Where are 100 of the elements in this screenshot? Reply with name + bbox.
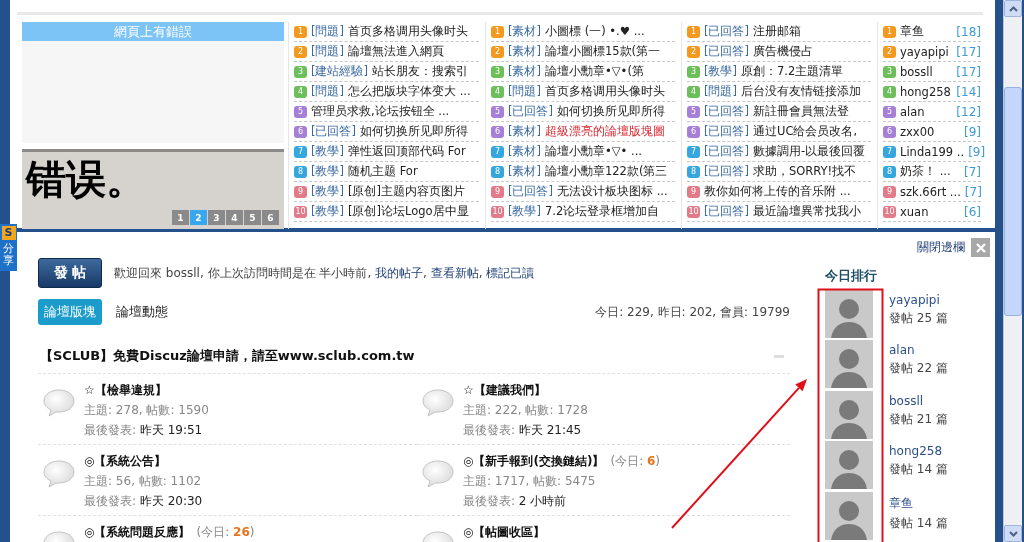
user-link[interactable]: bossll bbox=[900, 64, 953, 79]
forum-link[interactable]: ◎【新手報到(交換鏈結)】 bbox=[463, 453, 605, 470]
user-link[interactable]: 奶茶！ ... bbox=[900, 164, 960, 179]
topic-link[interactable]: 注册邮箱 bbox=[753, 24, 801, 39]
topic-link[interactable]: 站长朋友：搜索引 bbox=[372, 64, 468, 79]
topic-link[interactable]: 管理员求救,论坛按钮全 ... bbox=[311, 104, 450, 119]
topic-link[interactable]: 随机主题 For bbox=[348, 164, 418, 179]
category-link[interactable]: [素材] bbox=[508, 64, 541, 79]
scroll-up-icon[interactable] bbox=[1004, 0, 1022, 17]
category-link[interactable]: [已回答] bbox=[508, 104, 553, 119]
topic-link[interactable]: 論壇小勳章•▽•(第 bbox=[545, 64, 644, 79]
topic-link[interactable]: 論壇無法進入網頁 bbox=[348, 44, 444, 59]
category-link[interactable]: [教學] bbox=[311, 204, 344, 219]
category-link[interactable]: [素材] bbox=[508, 164, 541, 179]
forum-link[interactable]: ☆【檢舉違規】 bbox=[84, 382, 167, 399]
user-link[interactable]: yayapipi bbox=[900, 44, 953, 59]
category-link[interactable]: [問題] bbox=[311, 44, 344, 59]
tab[interactable]: 論壇動態 bbox=[110, 299, 174, 325]
welcome-link[interactable]: 我的帖子 bbox=[375, 265, 424, 280]
user-link[interactable]: alan bbox=[889, 343, 948, 358]
topic-link[interactable]: 廣告機侵占 bbox=[753, 44, 813, 59]
topic-link[interactable]: 超級漂亮的論壇版塊圖 bbox=[545, 124, 665, 139]
category-link[interactable]: [已回答] bbox=[704, 124, 749, 139]
user-link[interactable]: 章鱼 bbox=[889, 494, 948, 512]
topic-link[interactable]: 教你如何将上传的音乐附 ... bbox=[704, 184, 851, 199]
topic-link[interactable]: 首页多格调用头像时头 bbox=[545, 84, 665, 99]
rank-badge: 6 bbox=[883, 125, 896, 138]
topic-link[interactable]: 求助，SORRY!找不 bbox=[753, 164, 857, 179]
topic-link[interactable]: 首页多格调用头像时头 bbox=[348, 24, 468, 39]
user-link[interactable]: hong258 bbox=[900, 84, 953, 99]
user-link[interactable]: hong258 bbox=[889, 444, 948, 459]
user-link[interactable]: Linda199 .. bbox=[900, 144, 965, 159]
category-link[interactable]: [素材] bbox=[508, 144, 541, 159]
topic-link[interactable]: 新註冊會員無法登 bbox=[753, 104, 849, 119]
post-button[interactable]: 發 帖 bbox=[38, 258, 102, 288]
category-link[interactable]: [問題] bbox=[311, 24, 344, 39]
topic-link[interactable]: 最近論壇異常找我小 bbox=[753, 204, 861, 219]
forum-stats: 主題: 56, 帖數: 1102 bbox=[84, 473, 203, 490]
topic-link[interactable]: 弹性返回顶部代码 For bbox=[348, 144, 466, 159]
category-link[interactable]: [教學] bbox=[311, 144, 344, 159]
category-link[interactable]: [已回答] bbox=[704, 44, 749, 59]
user-link[interactable]: alan bbox=[900, 104, 953, 119]
category-link[interactable]: [已回答] bbox=[704, 164, 749, 179]
close-button[interactable] bbox=[971, 238, 990, 257]
scroll-down-icon[interactable] bbox=[1004, 525, 1022, 542]
category-link[interactable]: [問題] bbox=[704, 84, 737, 99]
category-link[interactable]: [已回答] bbox=[704, 24, 749, 39]
category-link[interactable]: [教學] bbox=[508, 204, 541, 219]
user-link[interactable]: zxx00 bbox=[900, 124, 960, 139]
welcome-link[interactable]: 查看新帖 bbox=[430, 265, 479, 280]
user-link[interactable]: 章鱼 bbox=[900, 24, 953, 39]
scrollbar-thumb[interactable] bbox=[1004, 87, 1022, 316]
category-link[interactable]: [素材] bbox=[508, 44, 541, 59]
topic-link[interactable]: 后台没有友情链接添加 bbox=[741, 84, 861, 99]
topic-link[interactable]: 原創：7.2主題清單 bbox=[741, 64, 844, 79]
topic-link[interactable]: 如何切换所见即所得 bbox=[360, 124, 468, 139]
topic-link[interactable]: 如何切换所见即所得 bbox=[557, 104, 665, 119]
forum-link[interactable]: ◎【系統公告】 bbox=[84, 453, 167, 470]
topic-link[interactable]: 通过UC给会员改名, bbox=[753, 124, 858, 139]
topic-link[interactable]: 論壇小圖標15款(第一 bbox=[545, 44, 661, 59]
category-link[interactable]: [已回答] bbox=[704, 144, 749, 159]
category-link[interactable]: [已回答] bbox=[704, 204, 749, 219]
topic-link[interactable]: 怎么把版块字体变大 ... bbox=[348, 84, 471, 99]
topic-link[interactable]: 小圖標 (一) •.♥ ... bbox=[545, 24, 645, 39]
category-link[interactable]: [已回答] bbox=[508, 184, 553, 199]
topic-link[interactable]: 數據調用-以最後回覆 bbox=[753, 144, 866, 159]
category-link[interactable]: [教學] bbox=[311, 164, 344, 179]
rank-badge: 5 bbox=[491, 105, 504, 118]
rank-badge: 6 bbox=[687, 125, 700, 138]
category-link[interactable]: [素材] bbox=[508, 124, 541, 139]
category-link[interactable]: [建站經驗] bbox=[311, 64, 368, 79]
share-logo[interactable]: S bbox=[1, 226, 16, 240]
topic-link[interactable]: 論壇小勳章•▽• ... bbox=[545, 144, 643, 159]
topic-link[interactable]: [原创]主题内容页图片 bbox=[348, 184, 465, 199]
category-link[interactable]: [教學] bbox=[311, 184, 344, 199]
user-link[interactable]: szk.66rt ... bbox=[900, 184, 961, 199]
topic-link[interactable]: 7.2论坛登录框增加自 bbox=[545, 204, 660, 219]
share-tab[interactable]: 分享 bbox=[3, 240, 14, 272]
category-link[interactable]: [問題] bbox=[311, 84, 344, 99]
user-link[interactable]: bossll bbox=[889, 393, 948, 408]
post-count: [17] bbox=[956, 64, 981, 79]
forum-link[interactable]: ◎【帖圖收區】 bbox=[463, 524, 546, 541]
topic-link[interactable]: 論壇小勳章122款(第三 bbox=[545, 164, 668, 179]
category-link[interactable]: [素材] bbox=[508, 24, 541, 39]
topic-link[interactable]: 无法设计板块图标 ... bbox=[557, 184, 668, 199]
post-count: 發帖 14 篇 bbox=[889, 461, 948, 479]
category-link[interactable]: [已回答] bbox=[704, 104, 749, 119]
topic-link[interactable]: [原创]论坛Logo居中显 bbox=[348, 204, 469, 219]
forum-stats: 主題: 222, 帖數: 1728 bbox=[463, 402, 588, 419]
welcome-link[interactable]: 標記已讀 bbox=[486, 265, 535, 280]
close-sidebar-link[interactable]: 關閉邊欄 bbox=[917, 239, 965, 256]
user-link[interactable]: xuan bbox=[900, 204, 960, 219]
category-link[interactable]: [教學] bbox=[704, 64, 737, 79]
rank-badge: 9 bbox=[491, 185, 504, 198]
category-link[interactable]: [問題] bbox=[508, 84, 541, 99]
forum-link[interactable]: ☆【建議我們】 bbox=[463, 382, 546, 399]
user-link[interactable]: yayapipi bbox=[889, 293, 948, 307]
forum-link[interactable]: ◎【系統問題反應】 bbox=[84, 524, 191, 541]
category-link[interactable]: [已回答] bbox=[311, 124, 356, 139]
collapse-icon[interactable] bbox=[774, 354, 784, 358]
